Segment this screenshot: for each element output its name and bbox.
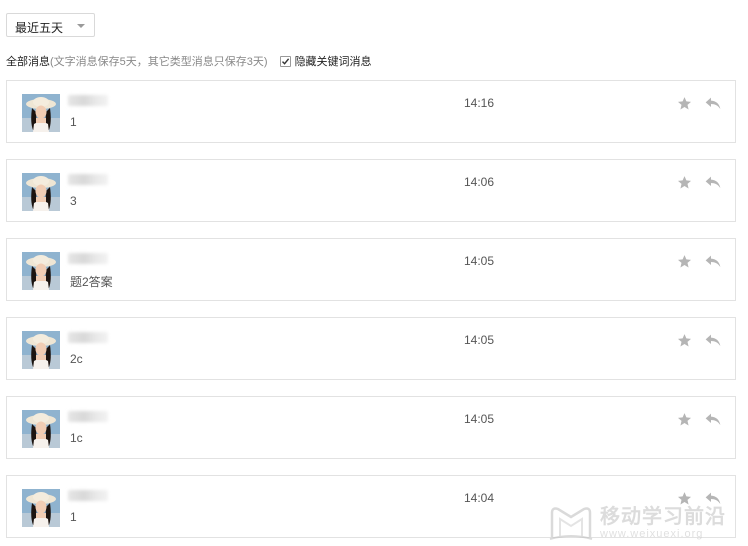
- sender-name-blurred: [68, 174, 108, 185]
- reply-icon[interactable]: [705, 333, 721, 347]
- avatar-photo: [22, 489, 60, 527]
- sender-name-blurred: [68, 332, 108, 343]
- sender-name-blurred: [68, 490, 108, 501]
- message-time: 14:05: [464, 333, 495, 347]
- message-time: 14:05: [464, 412, 495, 426]
- avatar-photo: [22, 94, 60, 132]
- retention-note: (文字消息保存5天，其它类型消息只保存3天): [50, 56, 268, 68]
- message-item: 1c 14:05: [6, 396, 736, 459]
- watermark-url: www.weixuexi.org: [600, 528, 704, 540]
- watermark: 移动学习前沿 www.weixuexi.org: [548, 500, 748, 546]
- date-range-value: 最近五天: [15, 21, 64, 35]
- message-time: 14:16: [464, 96, 495, 110]
- watermark-logo-icon: [549, 507, 593, 540]
- all-messages-label[interactable]: 全部消息: [6, 53, 50, 69]
- message-item: 2c 14:05: [6, 317, 736, 380]
- star-icon[interactable]: [677, 175, 692, 190]
- chevron-down-icon: [77, 24, 85, 28]
- date-range-select[interactable]: 最近五天: [6, 13, 95, 37]
- star-icon[interactable]: [677, 96, 692, 111]
- message-item: 3 14:06: [6, 159, 736, 222]
- avatar[interactable]: [22, 173, 60, 211]
- star-icon[interactable]: [677, 254, 692, 269]
- avatar-photo: [22, 173, 60, 211]
- avatar-photo: [22, 331, 60, 369]
- reply-icon[interactable]: [705, 175, 721, 189]
- avatar[interactable]: [22, 94, 60, 132]
- checkmark-icon: [281, 57, 289, 65]
- avatar[interactable]: [22, 489, 60, 527]
- watermark-text: 移动学习前沿 www.weixuexi.org: [600, 506, 726, 540]
- sender-name-blurred: [68, 253, 108, 264]
- star-icon[interactable]: [677, 412, 692, 427]
- message-item: 1 14:16: [6, 80, 736, 143]
- avatar[interactable]: [22, 252, 60, 290]
- hide-keyword-label[interactable]: 隐藏关键词消息: [295, 53, 372, 69]
- message-text: 1: [70, 115, 77, 129]
- message-time: 14:04: [464, 491, 495, 505]
- reply-icon[interactable]: [705, 96, 721, 110]
- avatar-photo: [22, 410, 60, 448]
- message-text: 1: [70, 510, 77, 524]
- message-text: 1c: [70, 431, 83, 445]
- reply-icon[interactable]: [705, 412, 721, 426]
- message-text: 题2答案: [70, 275, 113, 289]
- reply-icon[interactable]: [705, 254, 721, 268]
- sender-name-blurred: [68, 95, 108, 106]
- message-text: 3: [70, 194, 77, 208]
- message-text: 2c: [70, 352, 83, 366]
- message-time: 14:05: [464, 254, 495, 268]
- hide-keyword-checkbox[interactable]: [279, 55, 291, 67]
- avatar[interactable]: [22, 331, 60, 369]
- message-item: 题2答案 14:05: [6, 238, 736, 301]
- watermark-title: 移动学习前沿: [600, 506, 726, 528]
- avatar-photo: [22, 252, 60, 290]
- message-time: 14:06: [464, 175, 495, 189]
- star-icon[interactable]: [677, 333, 692, 348]
- avatar[interactable]: [22, 410, 60, 448]
- message-filter-row: 全部消息 (文字消息保存5天，其它类型消息只保存3天) 隐藏关键词消息: [6, 53, 372, 69]
- sender-name-blurred: [68, 411, 108, 422]
